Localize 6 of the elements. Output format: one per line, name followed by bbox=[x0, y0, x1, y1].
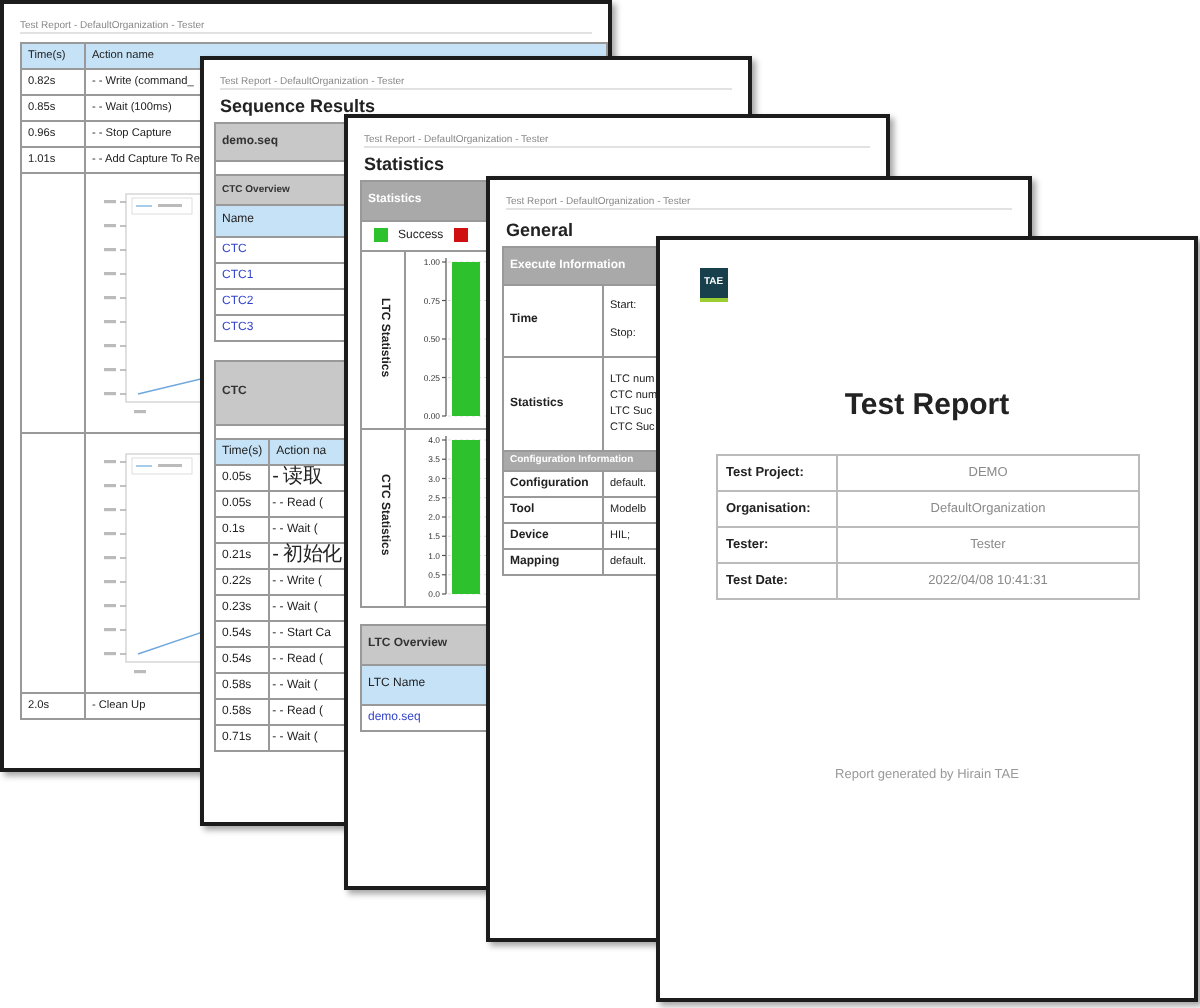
section-title: Sequence Results bbox=[218, 94, 376, 120]
table-cell: - 读取 bbox=[272, 466, 323, 489]
table-cell: - 初始化 bbox=[272, 544, 342, 567]
report-title: Test Report bbox=[842, 389, 1012, 422]
section-title: General bbox=[504, 218, 574, 244]
section-title: Statistics bbox=[362, 152, 445, 178]
